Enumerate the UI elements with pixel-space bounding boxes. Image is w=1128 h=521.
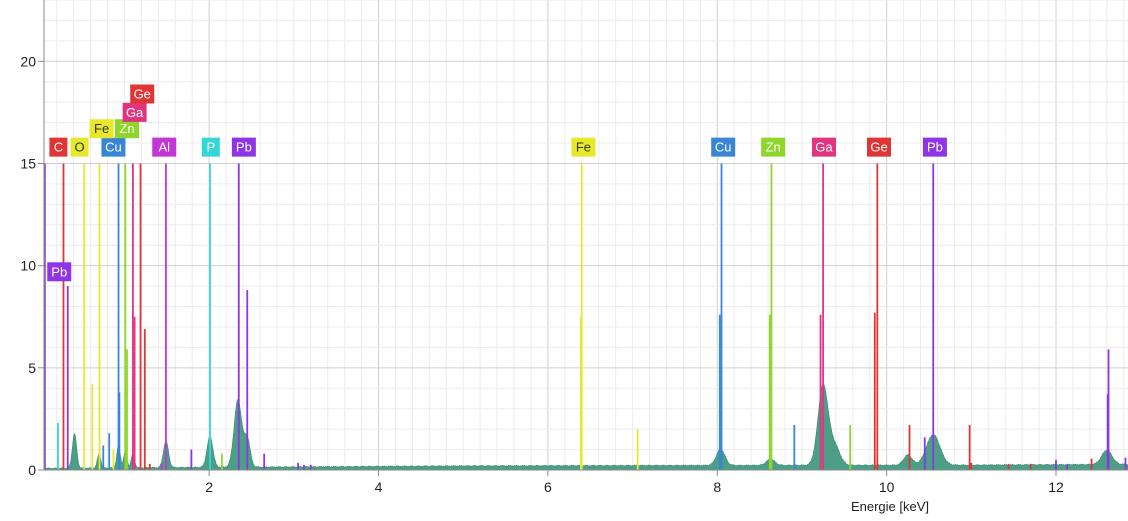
spectrum-chart: C O Cu Al P PbFe ZnGaGePbFe Cu Zn Ga Ge Pb 2 4 6 8 10 12… [20,0,1128,514]
x-tick-label: 2 [205,479,213,495]
element-label: Ge [870,140,887,155]
x-tick-label: 12 [1048,479,1064,495]
x-tick-label: 10 [879,479,895,495]
element-label: Pb [927,140,943,155]
element-label: Zn [766,140,781,155]
y-tick-label: 15 [20,155,36,171]
y-tick-label: 10 [20,258,36,274]
y-tick-label: 5 [28,360,36,376]
x-tick-label: 8 [713,479,721,495]
element-label: Fe [94,121,109,136]
y-tick-label: 0 [28,462,36,478]
element-label: C [54,140,63,155]
element-label: Cu [105,140,122,155]
element-label: Pb [236,140,252,155]
plot-background [44,0,1128,470]
x-axis-title: Energie [keV] [851,499,929,514]
x-tick-label: 6 [544,479,552,495]
element-label: Cu [715,140,732,155]
element-label: Ga [815,140,833,155]
element-label: P [206,140,215,155]
element-label: Al [158,140,170,155]
element-label: Fe [576,140,591,155]
element-label: O [75,140,85,155]
element-label: Ge [134,87,151,102]
x-tick-label: 4 [375,479,383,495]
y-tick-label: 20 [20,53,36,69]
element-label: Zn [119,121,134,136]
element-label: Pb [51,264,67,279]
element-label: Ga [126,105,144,120]
